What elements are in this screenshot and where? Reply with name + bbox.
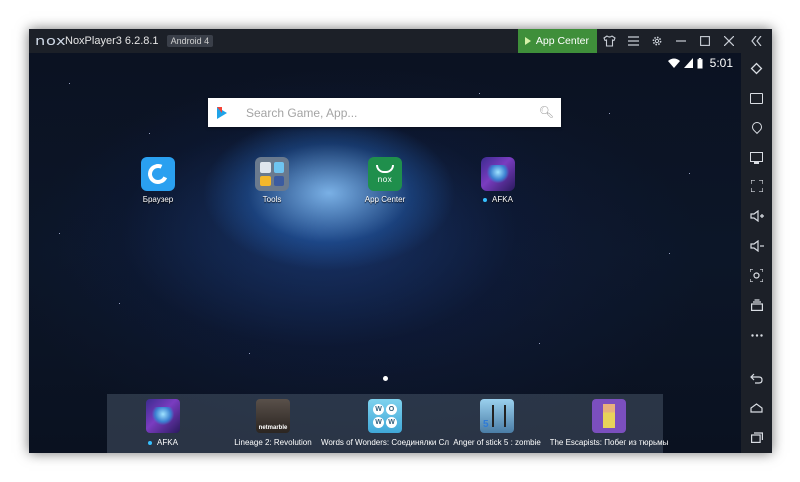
tools-folder-icon <box>255 157 289 191</box>
search-icon[interactable]: 🔍︎ <box>539 105 554 119</box>
app-dock: AFKA netmarble Lineage 2: Revolution W O… <box>107 394 668 453</box>
dock-app-escapists[interactable]: The Escapists: Побег из тюрьмы <box>539 399 679 447</box>
netmarble-badge: netmarble <box>258 425 288 431</box>
recent-apps-icon[interactable] <box>741 426 772 448</box>
screenshot-tool-icon[interactable] <box>741 87 772 109</box>
clock-time: 5:01 <box>709 56 733 70</box>
wifi-icon <box>667 58 680 68</box>
app-label: AFKA <box>492 195 513 204</box>
search-input[interactable] <box>244 104 528 121</box>
words-of-wonders-icon: W O W W <box>368 399 402 433</box>
app-center-icon: nox <box>368 157 402 191</box>
app-label: Браузер <box>142 195 174 204</box>
more-icon[interactable] <box>741 324 772 346</box>
collapse-sidebar-icon[interactable] <box>741 29 772 53</box>
app-center-icon-text: nox <box>377 174 393 184</box>
afka-icon <box>481 157 515 191</box>
multi-instance-icon[interactable] <box>741 294 772 316</box>
search-bar[interactable]: 🔍︎ <box>208 98 561 127</box>
android-status-bar: 5:01 <box>667 56 733 70</box>
maximize-icon[interactable] <box>693 29 717 53</box>
close-icon[interactable] <box>717 29 741 53</box>
new-app-dot <box>148 440 153 445</box>
rotate-icon[interactable] <box>741 57 772 79</box>
minimize-icon[interactable] <box>669 29 693 53</box>
location-icon[interactable] <box>741 116 772 138</box>
tool-sidebar <box>741 53 772 453</box>
lineage2-icon: netmarble <box>256 399 290 433</box>
dock-app-label: Anger of stick 5 : zombie <box>453 438 541 447</box>
dock-app-label: Lineage 2: Revolution <box>234 438 312 447</box>
anger-of-stick-icon: 5 <box>480 399 514 433</box>
new-app-dot <box>483 197 488 202</box>
app-label: Tools <box>262 195 282 204</box>
escapists-icon <box>592 399 626 433</box>
menu-icon[interactable] <box>621 29 645 53</box>
browser-icon <box>141 157 175 191</box>
window-title: NoxPlayer3 6.2.8.1 <box>65 35 159 47</box>
signal-icon <box>683 58 693 68</box>
google-play-icon <box>217 106 227 119</box>
shirt-icon[interactable] <box>597 29 621 53</box>
dock-app-label: The Escapists: Побег из тюрьмы <box>549 438 669 447</box>
gear-icon[interactable] <box>645 29 669 53</box>
page-indicator <box>383 376 388 381</box>
app-app-center[interactable]: nox App Center <box>340 157 430 204</box>
nox-player-window: nox NoxPlayer3 6.2.8.1 Android 4 App Cen… <box>29 29 772 453</box>
play-icon <box>524 37 531 45</box>
fullscreen-icon[interactable] <box>741 175 772 197</box>
volume-down-icon[interactable] <box>741 235 772 257</box>
android-screen: 5:01 🔍︎ Браузер Tools nox App Center <box>29 53 741 453</box>
screen-icon[interactable] <box>741 146 772 168</box>
battery-icon <box>697 57 703 68</box>
home-icon[interactable] <box>741 397 772 419</box>
back-icon[interactable] <box>741 367 772 389</box>
app-browser[interactable]: Браузер <box>113 157 203 204</box>
app-afka[interactable]: AFKA <box>453 157 543 204</box>
app-label: App Center <box>364 195 406 204</box>
app-center-button-label: App Center <box>535 35 589 47</box>
app-center-button[interactable]: App Center <box>517 29 597 53</box>
android-version-badge: Android 4 <box>166 35 214 47</box>
afka-icon <box>146 399 180 433</box>
volume-up-icon[interactable] <box>741 205 772 227</box>
capture-icon[interactable] <box>741 264 772 286</box>
nox-logo: nox <box>35 34 67 48</box>
title-bar: nox NoxPlayer3 6.2.8.1 Android 4 App Cen… <box>29 29 772 53</box>
app-tools-folder[interactable]: Tools <box>227 157 317 204</box>
dock-app-label: AFKA <box>157 438 178 447</box>
